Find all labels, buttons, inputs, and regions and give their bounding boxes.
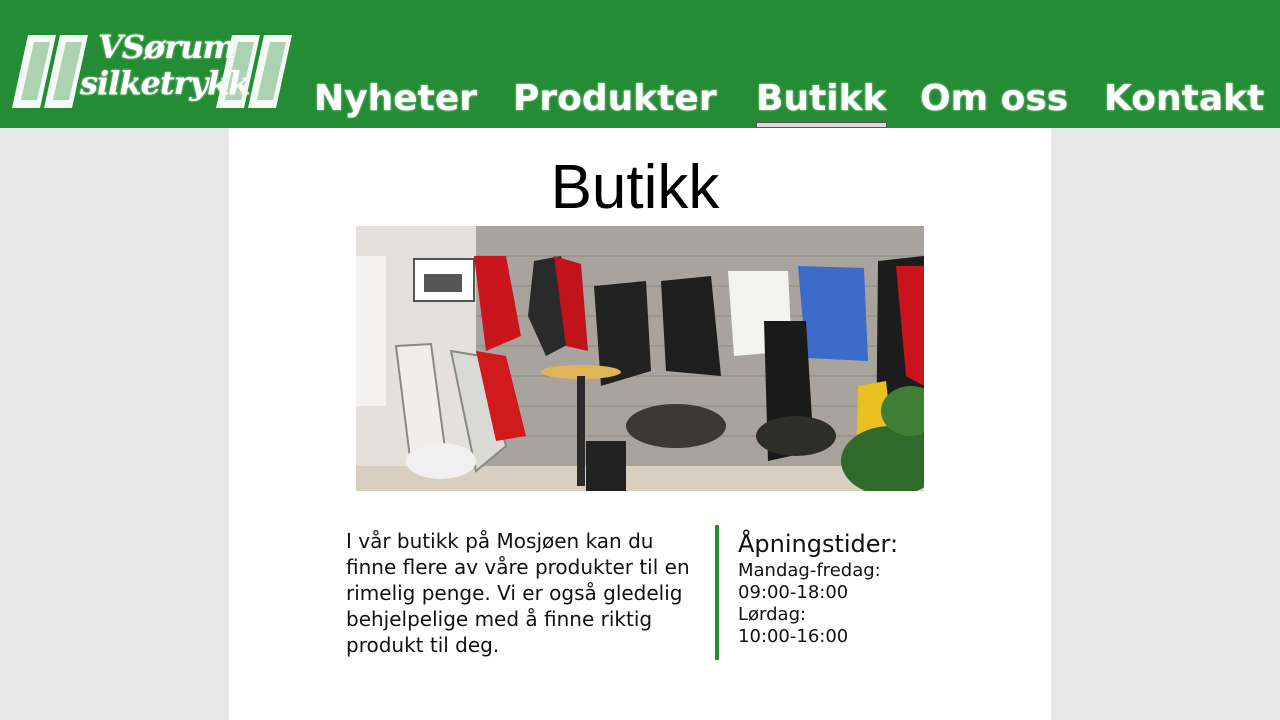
store-photo	[356, 226, 924, 491]
logo-text-sorum: VSørum	[98, 28, 236, 66]
nav-item-produkter[interactable]: Produkter	[513, 78, 717, 119]
opening-hours-title: Åpningstider:	[738, 530, 899, 558]
content-divider	[715, 525, 719, 660]
weekday-label: Mandag-fredag:	[738, 560, 881, 581]
logo-line2: silketrykk	[80, 64, 250, 102]
main-content: Butikk I vår butikk på Mosjøen kan du fi…	[229, 128, 1051, 720]
store-interior-image	[356, 226, 924, 491]
saturday-label: Lørdag:	[738, 604, 807, 625]
saturday-time: 10:00-16:00	[738, 626, 849, 647]
weekday-time: 09:00-18:00	[738, 582, 849, 603]
nav-item-om-oss[interactable]: Om oss	[920, 78, 1068, 119]
logo-line1: Sørum	[121, 28, 236, 66]
nav-item-kontakt[interactable]: Kontakt	[1104, 78, 1264, 119]
page-title: Butikk	[550, 153, 720, 222]
site-header: VSørum silketrykk Nyheter Produkter Buti…	[0, 0, 1280, 128]
logo-prefix: V	[98, 28, 123, 66]
store-description: I vår butikk på Mosjøen kan du finne fle…	[346, 529, 690, 657]
nav-item-nyheter[interactable]: Nyheter	[314, 78, 477, 119]
opening-hours: Åpningstider: Mandag-fredag: 09:00-18:00…	[738, 528, 968, 648]
site-logo[interactable]: VSørum silketrykk	[10, 28, 295, 125]
nav-item-butikk[interactable]: Butikk	[756, 78, 887, 128]
